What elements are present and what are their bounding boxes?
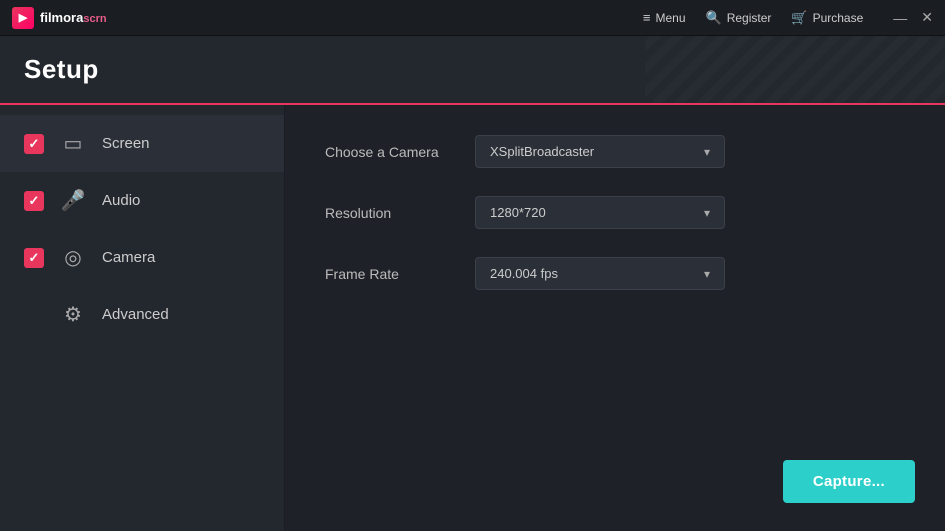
resolution-field-label: Resolution xyxy=(325,205,455,221)
titlebar-left: ▶ filmorascrn xyxy=(12,7,107,29)
logo-icon: ▶ xyxy=(12,7,34,29)
logo-text: filmorascrn xyxy=(40,10,107,25)
register-icon: 🔍 xyxy=(706,10,722,26)
minimize-button[interactable]: — xyxy=(893,10,907,26)
sidebar-item-advanced[interactable]: ⚙ Advanced xyxy=(0,286,284,343)
framerate-select-value: 240.004 fps xyxy=(490,266,558,281)
purchase-label: Purchase xyxy=(813,11,864,25)
framerate-select[interactable]: 240.004 fps ▾ xyxy=(475,257,725,290)
check-icon: ✓ xyxy=(29,136,40,152)
check-icon: ✓ xyxy=(29,193,40,209)
camera-label: Camera xyxy=(102,249,155,266)
camera-select[interactable]: XSplitBroadcaster ▾ xyxy=(475,135,725,168)
camera-dropdown-arrow: ▾ xyxy=(704,145,710,159)
camera-row: Choose a Camera XSplitBroadcaster ▾ xyxy=(325,135,905,168)
resolution-row: Resolution 1280*720 ▾ xyxy=(325,196,905,229)
camera-select-value: XSplitBroadcaster xyxy=(490,144,594,159)
camera-icon: ◎ xyxy=(60,245,86,270)
main-layout: ✓ ▭ Screen ✓ 🎤 Audio ✓ ◎ Camera ⚙ Advanc… xyxy=(0,105,945,531)
camera-checkbox[interactable]: ✓ xyxy=(24,248,44,268)
menu-icon: ≡ xyxy=(643,10,651,25)
audio-icon: 🎤 xyxy=(60,188,86,213)
page-title: Setup xyxy=(24,54,99,84)
cart-icon: 🛒 xyxy=(791,10,807,26)
framerate-row: Frame Rate 240.004 fps ▾ xyxy=(325,257,905,290)
resolution-dropdown-arrow: ▾ xyxy=(704,206,710,220)
logo-primary: filmora xyxy=(40,10,83,25)
sidebar-item-screen[interactable]: ✓ ▭ Screen xyxy=(0,115,284,172)
screen-checkbox[interactable]: ✓ xyxy=(24,134,44,154)
screen-icon: ▭ xyxy=(60,131,86,156)
advanced-icon: ⚙ xyxy=(60,302,86,327)
sidebar-item-audio[interactable]: ✓ 🎤 Audio xyxy=(0,172,284,229)
menu-label: Menu xyxy=(655,11,685,25)
titlebar-right: ≡ Menu 🔍 Register 🛒 Purchase — ✕ xyxy=(643,9,933,26)
capture-button[interactable]: Capture... xyxy=(783,460,915,503)
check-icon: ✓ xyxy=(29,250,40,266)
logo-secondary: scrn xyxy=(83,13,106,25)
camera-field-label: Choose a Camera xyxy=(325,144,455,160)
header: Setup xyxy=(0,36,945,105)
screen-label: Screen xyxy=(102,135,150,152)
framerate-dropdown-arrow: ▾ xyxy=(704,267,710,281)
advanced-label: Advanced xyxy=(102,306,169,323)
audio-label: Audio xyxy=(102,192,140,209)
resolution-select[interactable]: 1280*720 ▾ xyxy=(475,196,725,229)
titlebar: ▶ filmorascrn ≡ Menu 🔍 Register 🛒 Purcha… xyxy=(0,0,945,36)
content-area: Choose a Camera XSplitBroadcaster ▾ Reso… xyxy=(285,105,945,531)
menu-button[interactable]: ≡ Menu xyxy=(643,10,686,25)
purchase-button[interactable]: 🛒 Purchase xyxy=(791,10,863,26)
register-button[interactable]: 🔍 Register xyxy=(706,10,772,26)
resolution-select-value: 1280*720 xyxy=(490,205,546,220)
window-controls: — ✕ xyxy=(893,9,933,26)
audio-checkbox[interactable]: ✓ xyxy=(24,191,44,211)
register-label: Register xyxy=(727,11,772,25)
sidebar: ✓ ▭ Screen ✓ 🎤 Audio ✓ ◎ Camera ⚙ Advanc… xyxy=(0,105,285,531)
close-button[interactable]: ✕ xyxy=(921,9,933,26)
framerate-field-label: Frame Rate xyxy=(325,266,455,282)
sidebar-item-camera[interactable]: ✓ ◎ Camera xyxy=(0,229,284,286)
